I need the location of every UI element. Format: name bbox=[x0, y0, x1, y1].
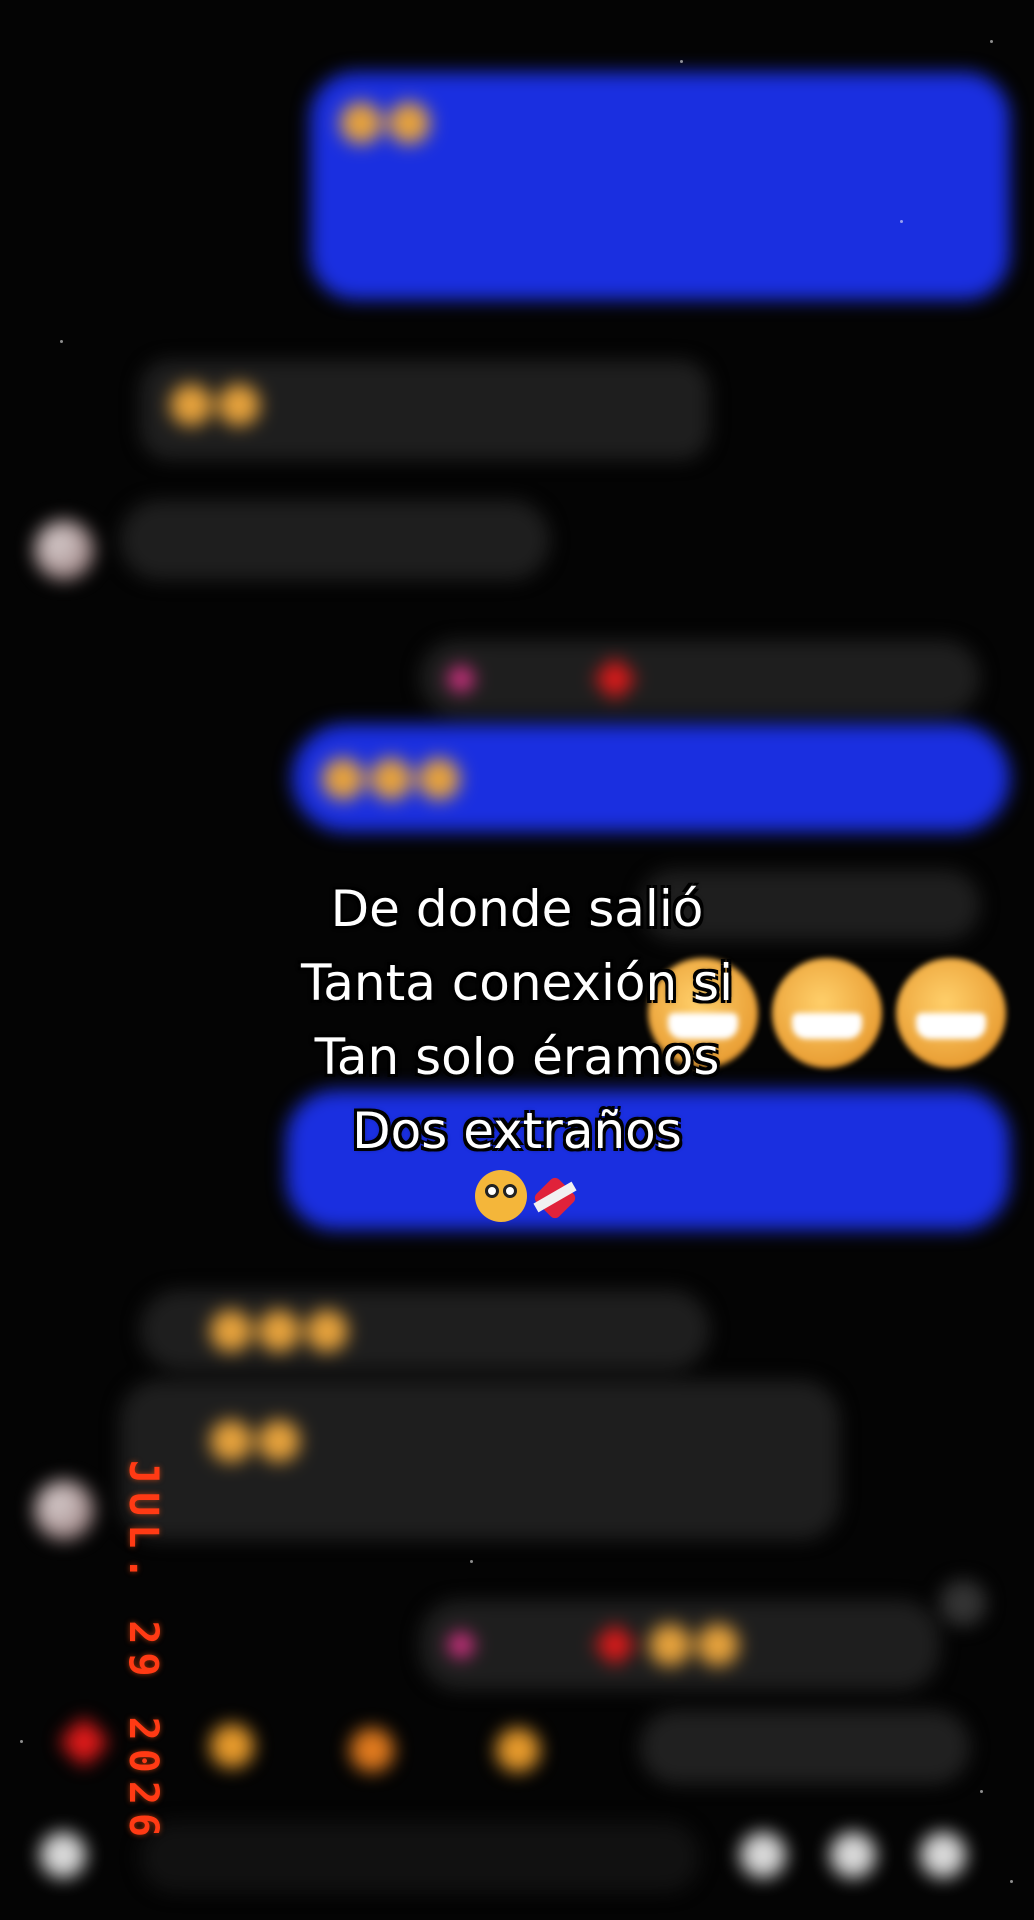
reply-button[interactable] bbox=[640, 1710, 970, 1784]
film-grain bbox=[20, 1740, 23, 1743]
microphone-icon[interactable] bbox=[920, 1832, 966, 1878]
gallery-icon[interactable] bbox=[740, 1832, 786, 1878]
caption-overlay: De donde salió Tanta conexión si Tan sol… bbox=[0, 872, 1034, 1242]
grinning-emoji-icon bbox=[388, 102, 430, 145]
grinning-emoji-icon bbox=[258, 1420, 300, 1463]
avatar[interactable] bbox=[34, 520, 94, 580]
film-grain bbox=[680, 60, 683, 63]
grinning-emoji-icon bbox=[258, 1310, 300, 1353]
film-grain bbox=[1010, 1880, 1013, 1883]
clapping-icon[interactable] bbox=[496, 1728, 540, 1772]
caption-line: Tanta conexión si bbox=[301, 954, 733, 1012]
crying-laughing-icon[interactable] bbox=[210, 1724, 254, 1768]
grinning-emoji-icon bbox=[306, 1310, 348, 1353]
mending-heart-icon bbox=[531, 1172, 579, 1220]
sent-message-bubble[interactable] bbox=[310, 72, 1010, 300]
grinning-emoji-icon bbox=[210, 1310, 252, 1353]
heart-icon bbox=[445, 663, 477, 695]
film-grain bbox=[990, 40, 993, 43]
sent-message-bubble[interactable] bbox=[292, 724, 1010, 832]
received-message-bubble[interactable] bbox=[120, 500, 550, 580]
screen: De donde salió Tanta conexión si Tan sol… bbox=[0, 0, 1034, 1920]
caption-line: Tan solo éramos bbox=[314, 1028, 720, 1086]
grinning-emoji-icon bbox=[418, 758, 460, 801]
heart-icon bbox=[445, 1629, 477, 1661]
film-grain bbox=[900, 220, 903, 223]
caption-emoji-row bbox=[0, 1168, 1034, 1242]
grinning-emoji-icon bbox=[340, 102, 382, 145]
grinning-emoji-icon bbox=[322, 758, 364, 801]
grinning-emoji-icon bbox=[696, 1624, 739, 1667]
scroll-down-icon[interactable] bbox=[940, 1580, 986, 1626]
film-grain bbox=[470, 1560, 473, 1563]
grinning-emoji-icon bbox=[218, 384, 260, 427]
caption-line: Dos extraños bbox=[352, 1102, 682, 1160]
message-input[interactable] bbox=[140, 1822, 700, 1892]
film-grain bbox=[980, 1790, 983, 1793]
reply-preview-bubble[interactable] bbox=[420, 640, 980, 716]
film-grain bbox=[60, 340, 63, 343]
date-stamp: JUL. 29 2026 bbox=[120, 1460, 166, 1845]
camera-icon[interactable] bbox=[40, 1832, 86, 1878]
caption-emojis bbox=[475, 1170, 579, 1222]
grinning-emoji-icon bbox=[648, 1624, 691, 1667]
heart-icon bbox=[594, 1623, 637, 1667]
avatar[interactable] bbox=[34, 1480, 94, 1540]
grinning-emoji-icon bbox=[370, 758, 412, 801]
fire-icon[interactable] bbox=[350, 1728, 394, 1772]
sticker-icon[interactable] bbox=[830, 1832, 876, 1878]
reply-preview-bubble[interactable] bbox=[420, 1600, 940, 1690]
caption-line: De donde salió bbox=[330, 880, 704, 938]
received-message-bubble[interactable] bbox=[120, 1380, 840, 1540]
heart-icon[interactable] bbox=[58, 1716, 110, 1768]
heart-icon bbox=[594, 657, 637, 701]
grinning-emoji-icon bbox=[210, 1420, 252, 1463]
received-message-bubble[interactable] bbox=[140, 1290, 710, 1370]
grinning-emoji-icon bbox=[170, 384, 212, 427]
received-message-bubble[interactable] bbox=[140, 360, 710, 460]
flushed-face-icon bbox=[475, 1170, 527, 1222]
